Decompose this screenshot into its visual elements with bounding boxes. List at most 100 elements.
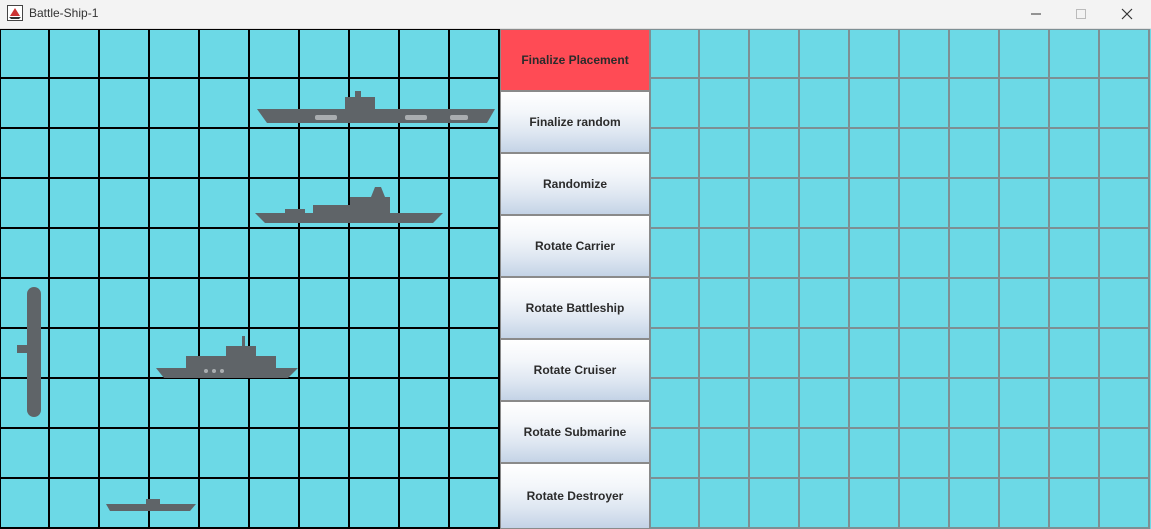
- player-board-cell[interactable]: [100, 229, 150, 279]
- player-board-cell[interactable]: [400, 129, 450, 179]
- player-board-cell[interactable]: [100, 329, 150, 379]
- player-board-cell[interactable]: [50, 229, 100, 279]
- enemy-board-cell[interactable]: [650, 79, 700, 129]
- enemy-board-cell[interactable]: [700, 429, 750, 479]
- player-board-cell[interactable]: [0, 479, 50, 529]
- enemy-board-cell[interactable]: [750, 379, 800, 429]
- enemy-board-cell[interactable]: [1000, 279, 1050, 329]
- enemy-board-cell[interactable]: [700, 379, 750, 429]
- enemy-board-cell[interactable]: [1100, 279, 1150, 329]
- player-board-cell[interactable]: [100, 79, 150, 129]
- enemy-board-cell[interactable]: [950, 379, 1000, 429]
- carrier-icon[interactable]: [255, 91, 497, 129]
- enemy-board-cell[interactable]: [1100, 479, 1150, 529]
- close-button[interactable]: [1104, 0, 1150, 28]
- minimize-button[interactable]: [1013, 0, 1059, 28]
- player-board-cell[interactable]: [300, 129, 350, 179]
- enemy-board-cell[interactable]: [850, 279, 900, 329]
- enemy-board-cell[interactable]: [750, 479, 800, 529]
- player-board-cell[interactable]: [300, 429, 350, 479]
- rotate-destroyer-button[interactable]: Rotate Destroyer: [500, 463, 650, 529]
- player-board-cell[interactable]: [300, 379, 350, 429]
- enemy-board-cell[interactable]: [800, 279, 850, 329]
- randomize-button[interactable]: Randomize: [500, 153, 650, 215]
- enemy-board-cell[interactable]: [950, 429, 1000, 479]
- player-board-cell[interactable]: [100, 129, 150, 179]
- enemy-board-cell[interactable]: [1000, 129, 1050, 179]
- enemy-board-cell[interactable]: [850, 129, 900, 179]
- player-board-cell[interactable]: [450, 129, 500, 179]
- player-board-cell[interactable]: [350, 429, 400, 479]
- enemy-board-cell[interactable]: [800, 129, 850, 179]
- player-board-cell[interactable]: [50, 379, 100, 429]
- player-board-cell[interactable]: [150, 129, 200, 179]
- player-board-cell[interactable]: [200, 79, 250, 129]
- player-board-cell[interactable]: [300, 329, 350, 379]
- enemy-board-cell[interactable]: [850, 429, 900, 479]
- player-board-cell[interactable]: [0, 79, 50, 129]
- player-board-cell[interactable]: [250, 429, 300, 479]
- player-board-cell[interactable]: [300, 29, 350, 79]
- cruiser-icon[interactable]: [156, 334, 300, 380]
- submarine-icon[interactable]: [15, 285, 45, 421]
- enemy-board-cell[interactable]: [1050, 279, 1100, 329]
- player-board-cell[interactable]: [100, 279, 150, 329]
- enemy-board-cell[interactable]: [700, 29, 750, 79]
- player-board-cell[interactable]: [400, 479, 450, 529]
- enemy-board-cell[interactable]: [900, 429, 950, 479]
- enemy-board-cell[interactable]: [950, 179, 1000, 229]
- player-board-cell[interactable]: [150, 429, 200, 479]
- player-board-cell[interactable]: [450, 179, 500, 229]
- enemy-board-cell[interactable]: [1000, 379, 1050, 429]
- enemy-board-cell[interactable]: [1100, 379, 1150, 429]
- enemy-board-cell[interactable]: [1050, 379, 1100, 429]
- finalize-random-button[interactable]: Finalize random: [500, 91, 650, 153]
- enemy-board-cell[interactable]: [950, 79, 1000, 129]
- player-board-cell[interactable]: [50, 329, 100, 379]
- player-board-cell[interactable]: [50, 29, 100, 79]
- enemy-board-cell[interactable]: [950, 279, 1000, 329]
- player-board-cell[interactable]: [200, 479, 250, 529]
- enemy-board-cell[interactable]: [900, 329, 950, 379]
- player-board-cell[interactable]: [450, 229, 500, 279]
- enemy-board-cell[interactable]: [850, 179, 900, 229]
- enemy-board-cell[interactable]: [1000, 329, 1050, 379]
- player-board-cell[interactable]: [250, 279, 300, 329]
- player-board-cell[interactable]: [200, 279, 250, 329]
- rotate-cruiser-button[interactable]: Rotate Cruiser: [500, 339, 650, 401]
- player-board-cell[interactable]: [450, 329, 500, 379]
- enemy-board-cell[interactable]: [750, 329, 800, 379]
- rotate-carrier-button[interactable]: Rotate Carrier: [500, 215, 650, 277]
- enemy-board-cell[interactable]: [1100, 79, 1150, 129]
- enemy-board-cell[interactable]: [950, 229, 1000, 279]
- player-board-cell[interactable]: [200, 429, 250, 479]
- maximize-button[interactable]: [1058, 0, 1104, 28]
- enemy-board-cell[interactable]: [1000, 479, 1050, 529]
- enemy-board-cell[interactable]: [700, 79, 750, 129]
- enemy-board-cell[interactable]: [850, 29, 900, 79]
- enemy-board-cell[interactable]: [750, 429, 800, 479]
- enemy-board-cell[interactable]: [700, 129, 750, 179]
- enemy-board-cell[interactable]: [650, 279, 700, 329]
- player-board-cell[interactable]: [400, 229, 450, 279]
- player-board-cell[interactable]: [400, 279, 450, 329]
- enemy-board-cell[interactable]: [700, 329, 750, 379]
- player-board-cell[interactable]: [100, 379, 150, 429]
- enemy-board-cell[interactable]: [900, 479, 950, 529]
- player-board-cell[interactable]: [200, 129, 250, 179]
- rotate-submarine-button[interactable]: Rotate Submarine: [500, 401, 650, 463]
- player-board-cell[interactable]: [100, 179, 150, 229]
- player-board-cell[interactable]: [0, 429, 50, 479]
- player-board-cell[interactable]: [450, 479, 500, 529]
- enemy-board-cell[interactable]: [1000, 79, 1050, 129]
- player-board-cell[interactable]: [150, 379, 200, 429]
- enemy-board-cell[interactable]: [950, 129, 1000, 179]
- player-board-cell[interactable]: [200, 229, 250, 279]
- enemy-board-cell[interactable]: [1050, 229, 1100, 279]
- finalize-placement-button[interactable]: Finalize Placement: [500, 29, 650, 91]
- player-board-cell[interactable]: [200, 379, 250, 429]
- player-board-cell[interactable]: [50, 79, 100, 129]
- enemy-board-cell[interactable]: [750, 279, 800, 329]
- player-board-cell[interactable]: [350, 279, 400, 329]
- enemy-board-cell[interactable]: [750, 129, 800, 179]
